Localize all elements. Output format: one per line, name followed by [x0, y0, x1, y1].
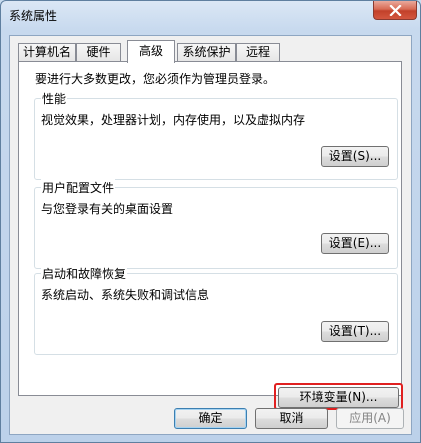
user-profiles-title: 用户配置文件	[41, 179, 116, 196]
startup-recovery-title: 启动和故障恢复	[41, 265, 128, 282]
dialog-body: 计算机名 硬件 高级 系统保护 远程 要进行大多数更改，您必须作为管理员登录。 …	[9, 35, 412, 435]
window-title: 系统属性	[9, 9, 58, 23]
title-bar[interactable]: 系统属性	[1, 1, 420, 29]
startup-recovery-settings-button[interactable]: 设置(T)...	[321, 321, 389, 342]
startup-recovery-desc: 系统启动、系统失败和调试信息	[41, 288, 210, 302]
cancel-button[interactable]: 取消	[255, 408, 328, 429]
tab-system-protection[interactable]: 系统保护	[177, 43, 236, 62]
environment-variables-button[interactable]: 环境变量(N)...	[278, 387, 399, 408]
tab-remote[interactable]: 远程	[236, 43, 280, 62]
apply-button[interactable]: 应用(A)	[336, 408, 404, 429]
ok-button[interactable]: 确定	[174, 408, 247, 429]
tab-computer-name[interactable]: 计算机名	[18, 43, 76, 62]
tab-hardware[interactable]: 硬件	[76, 43, 121, 62]
close-icon	[389, 5, 402, 16]
system-properties-window: 系统属性 计算机名 硬件 高级 系统保护 远程 要进行大多数更改，您必须作为管理…	[0, 0, 421, 443]
user-profiles-settings-button[interactable]: 设置(E)...	[321, 233, 389, 254]
advanced-tab-panel: 要进行大多数更改，您必须作为管理员登录。 性能 视觉效果，处理器计划，内存使用，…	[18, 61, 403, 410]
close-button[interactable]	[373, 1, 417, 20]
performance-group: 性能 视觉效果，处理器计划，内存使用，以及虚拟内存 设置(S)...	[34, 90, 398, 180]
performance-title: 性能	[41, 90, 68, 107]
tab-advanced[interactable]: 高级	[127, 40, 175, 63]
admin-note: 要进行大多数更改，您必须作为管理员登录。	[35, 72, 276, 86]
user-profiles-desc: 与您登录有关的桌面设置	[41, 202, 174, 216]
performance-desc: 视觉效果，处理器计划，内存使用，以及虚拟内存	[41, 113, 306, 127]
user-profiles-group: 用户配置文件 与您登录有关的桌面设置 设置(E)...	[34, 179, 398, 269]
startup-recovery-group: 启动和故障恢复 系统启动、系统失败和调试信息 设置(T)...	[34, 265, 398, 355]
performance-settings-button[interactable]: 设置(S)...	[321, 146, 389, 167]
